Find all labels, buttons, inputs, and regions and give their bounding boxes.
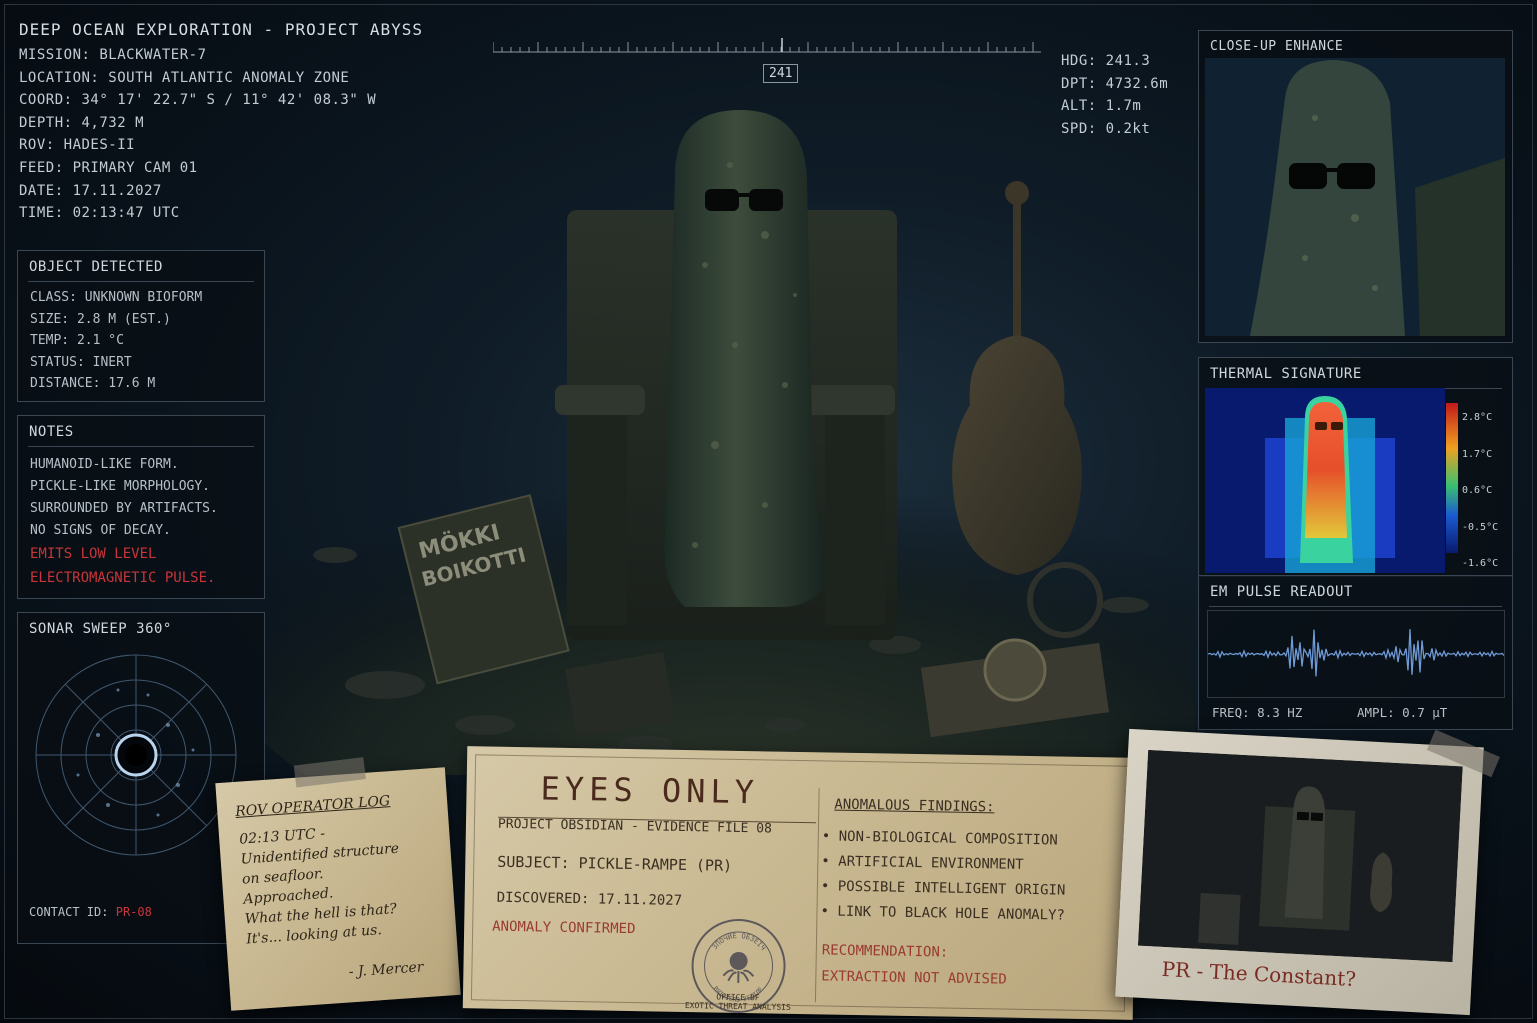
speed-value: SPD: 0.2kt	[1061, 120, 1151, 137]
polaroid-image	[1137, 749, 1463, 963]
mission-header: DEEP OCEAN EXPLORATION - PROJECT ABYSS M…	[19, 20, 423, 225]
rov-line: ROV: HADES-II	[19, 137, 136, 154]
thermal-title: THERMAL SIGNATURE	[1209, 358, 1502, 389]
em-waveform-box	[1207, 610, 1505, 698]
compass-tape: 241	[493, 38, 1041, 88]
altitude-value: ALT: 1.7m	[1061, 98, 1142, 115]
file-headline: EYES ONLY	[540, 769, 760, 812]
seal-ring-top: ЗПОЧЙЕ ОБЗЕІЧ	[711, 931, 767, 952]
exploration-hud: MÖKKI BOIKOTTI DEEP OCEAN EXPLORATION - …	[0, 0, 1537, 1023]
polaroid-photo: PR - The Constant?	[1115, 728, 1500, 1016]
note-line: PICKLE-LIKE MORPHOLOGY.	[30, 479, 211, 494]
heading-value: HDG: 241.3	[1061, 53, 1151, 69]
file-discovered: DISCOVERED: 17.11.2027	[496, 889, 683, 909]
thermal-panel: THERMAL SIGNATURE 2.8°C 1.7°C 0.6°C -0.5…	[1198, 357, 1513, 577]
finding-item: • LINK TO BLACK HOLE ANOMALY?	[820, 903, 1066, 924]
depth-line: DEPTH: 4,732 M	[19, 114, 145, 131]
size-line: SIZE: 2.8 M (EST.)	[30, 311, 171, 327]
distance-line: DISTANCE: 17.6 M	[30, 376, 156, 392]
location-line: LOCATION: SOUTH ATLANTIC ANOMALY ZONE	[19, 69, 350, 86]
page-title: DEEP OCEAN EXPLORATION - PROJECT ABYSS	[19, 20, 424, 39]
findings-title: ANOMALOUS FINDINGS:	[834, 796, 995, 816]
em-pulse-panel: EM PULSE READOUT FREQ: 8.3 HZ AMPL: 0.7 …	[1198, 575, 1513, 730]
feed-line: FEED: PRIMARY CAM 01	[19, 159, 198, 176]
rov-log-signature: - J. Mercer	[348, 959, 424, 981]
coord-line: COORD: 34° 17' 22.7" S / 11° 42' 08.3" W	[19, 92, 377, 109]
temp-line: TEMP: 2.1 °C	[30, 333, 124, 349]
contact-id-value: PR-08	[115, 905, 152, 919]
seal-caption: OFFICE OF EXOTIC THREAT ANALYSIS	[663, 992, 813, 1013]
thermal-scale-label: 2.8°C	[1462, 412, 1493, 423]
svg-text:ЗПОЧЙЕ ОБЗЕІЧ: ЗПОЧЙЕ ОБЗЕІЧ	[711, 931, 767, 952]
thermal-scale-label: -0.5°C	[1462, 521, 1499, 533]
mission-line: MISSION: BLACKWATER-7	[19, 47, 207, 63]
note-line: NO SIGNS OF DECAY.	[30, 523, 171, 538]
recommendation-value: EXTRACTION NOT ADVISED	[821, 968, 1007, 988]
file-status: ANOMALY CONFIRMED	[492, 918, 636, 938]
depth-value: DPT: 4732.6m	[1061, 75, 1169, 92]
alert-line: ELECTROMAGNETIC PULSE.	[30, 570, 216, 586]
em-waveform	[1207, 629, 1505, 677]
em-pulse-title: EM PULSE READOUT	[1209, 576, 1502, 607]
notes-panel: NOTES HUMANOID-LIKE FORM. PICKLE-LIKE MO…	[17, 415, 265, 599]
rov-log-body: 02:13 UTC - Unidentified structure on se…	[239, 819, 406, 950]
status-line: STATUS: INERT	[30, 354, 132, 370]
em-amplitude: AMPL: 0.7 μT	[1357, 705, 1448, 720]
notes-title: NOTES	[28, 416, 254, 447]
thermal-scale-label: 1.7°C	[1462, 448, 1493, 460]
date-line: DATE: 17.11.2027	[19, 182, 162, 199]
closeup-image	[1205, 58, 1505, 336]
em-frequency: FREQ: 8.3 HZ	[1212, 705, 1303, 720]
compass-ticks	[493, 38, 1041, 53]
closeup-title: CLOSE-UP ENHANCE	[1210, 39, 1344, 54]
class-line: CLASS: UNKNOWN BIOFORM	[30, 290, 203, 305]
time-line: TIME: 02:13:47 UTC	[19, 205, 180, 222]
alert-line: EMITS LOW LEVEL	[30, 546, 157, 562]
thermal-scale-label: 0.6°C	[1462, 485, 1493, 497]
thermal-image	[1205, 388, 1445, 573]
compass-heading-readout: 241	[763, 64, 799, 83]
seal-caption-line2: EXOTIC THREAT ANALYSIS	[684, 1001, 791, 1012]
rov-log-title: ROV OPERATOR LOG	[234, 793, 391, 820]
object-detected-panel: OBJECT DETECTED CLASS: UNKNOWN BIOFORM S…	[17, 250, 265, 402]
thermal-color-scale	[1446, 403, 1458, 553]
closeup-panel: CLOSE-UP ENHANCE	[1198, 30, 1513, 343]
pickle-figure	[664, 110, 825, 607]
recommendation-title: RECOMMENDATION:	[821, 942, 949, 961]
thermal-scale-label: -1.6°C	[1462, 558, 1499, 570]
note-line: SURROUNDED BY ARTIFACTS.	[30, 501, 218, 516]
contact-id: CONTACT ID: PR-08	[29, 905, 152, 919]
contact-id-label: CONTACT ID:	[29, 905, 109, 919]
polaroid-caption: PR - The Constant?	[1161, 956, 1357, 992]
evidence-file: EYES ONLY PROJECT OBSIDIAN - EVIDENCE FI…	[462, 746, 1138, 1020]
telemetry-readout: HDG: 241.3 DPT: 4732.6m ALT: 1.7m SPD: 0…	[1061, 50, 1168, 140]
object-detected-title: OBJECT DETECTED	[28, 251, 254, 282]
note-line: HUMANOID-LIKE FORM.	[30, 457, 179, 472]
findings-list: • NON-BIOLOGICAL COMPOSITION • ARTIFICIA…	[820, 824, 1066, 928]
rov-operator-log-note: ROV OPERATOR LOG 02:13 UTC - Unidentifie…	[215, 757, 461, 1011]
thermal-scale-labels: 2.8°C 1.7°C 0.6°C -0.5°C -1.6°C	[1462, 400, 1499, 576]
cello	[952, 181, 1082, 575]
